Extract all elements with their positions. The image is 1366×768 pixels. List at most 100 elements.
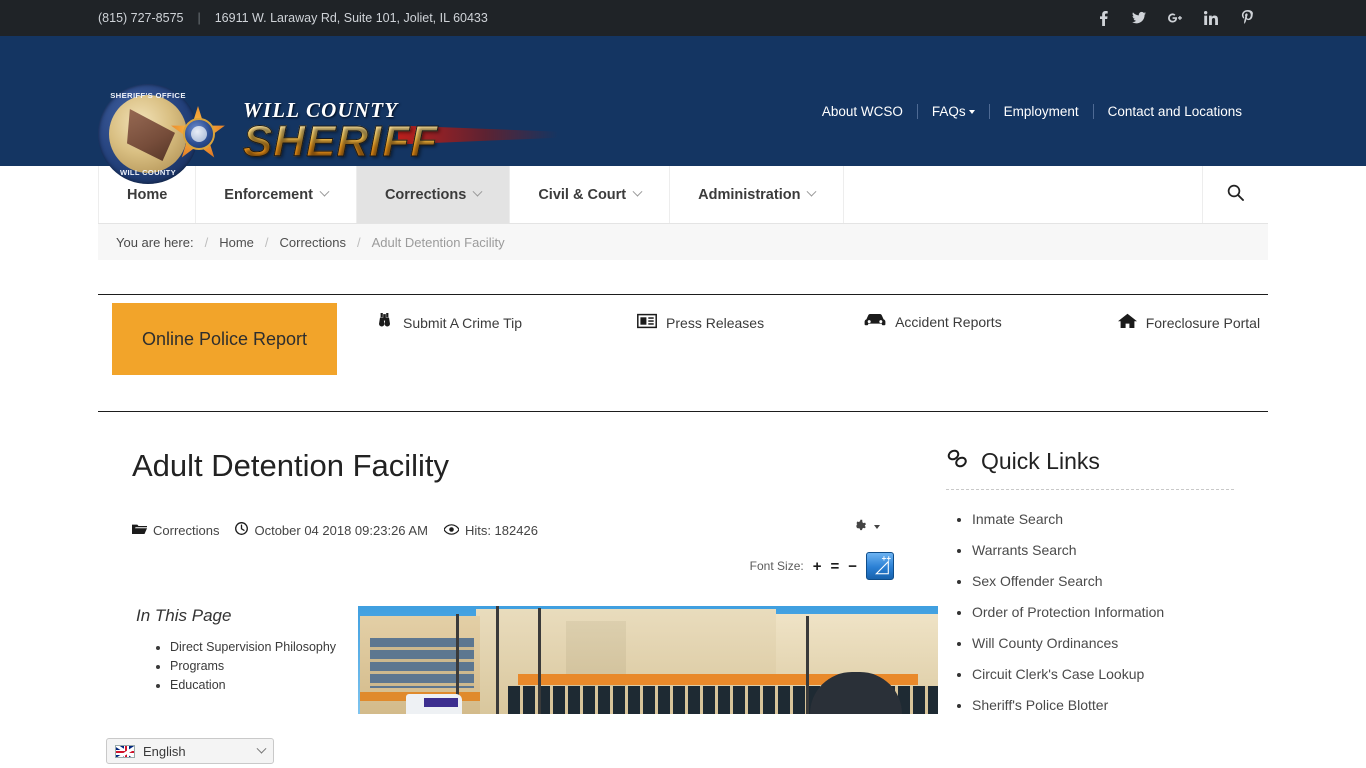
facebook-icon[interactable] [1096,10,1110,26]
photo-light-pole [806,616,810,714]
chevron-down-icon [807,186,817,197]
facility-photo [358,606,938,714]
breadcrumb-item-corrections[interactable]: Corrections [280,235,346,250]
header-nav-contact-and-locations[interactable]: Contact and Locations [1094,104,1256,119]
breadcrumb-current-page: Adult Detention Facility [371,234,505,250]
list-item: Sheriff's Police Blotter [972,690,1234,721]
quick-link-order-of-protection-information[interactable]: Order of Protection Information [972,604,1164,620]
quick-action-label: Submit A Crime Tip [403,315,523,331]
quick-link-sheriffs-police-blotter[interactable]: Sheriff's Police Blotter [972,697,1108,713]
flag-cross-h-red [116,750,134,754]
search-icon [1227,184,1244,206]
header-nav-about-wcso[interactable]: About WCSO [808,104,917,119]
quick-action-accident-reports[interactable]: Accident Reports [864,313,1002,330]
quick-action-label: Press Releases [666,314,765,331]
quick-action-label: Accident Reports [895,313,1002,330]
quick-action-submit-a-crime-tip[interactable]: Submit A Crime Tip [375,313,522,333]
article-date-label: October 04 2018 09:23:26 AM [254,522,428,538]
breadcrumb-item-home[interactable]: Home [219,235,254,250]
link-chain-icon [946,448,970,475]
social-links [1096,10,1254,26]
pinterest-icon[interactable] [1240,10,1254,26]
nav-item-civil-and-court-label: Civil & Court [538,186,627,203]
nav-item-corrections-label: Corrections [384,186,467,203]
nav-item-enforcement-label: Enforcement [224,186,313,203]
in-this-page-list: Direct Supervision Philosophy Programs E… [136,638,348,695]
quick-action-foreclosure-portal[interactable]: Foreclosure Portal [1117,313,1260,332]
chevron-down-icon [874,524,880,529]
quick-action-links: Submit A Crime Tip Press Releases Accide… [337,295,1268,333]
binoculars-icon [375,313,394,333]
site-header: SHERIFF'S OFFICE WILL COUNTY WILL COUNTY… [0,36,1366,184]
accessibility-plus-label: ++ [881,554,891,563]
star-center-seal [183,118,215,150]
nav-search-button[interactable] [1202,166,1268,223]
font-size-decrease-button[interactable]: − [848,558,857,575]
breadcrumb: You are here: / Home / Corrections / Adu… [98,224,1268,260]
quick-link-warrants-search[interactable]: Warrants Search [972,542,1077,558]
list-item: Warrants Search [972,535,1234,566]
in-this-page-item-label: Direct Supervision Philosophy [170,640,337,654]
article-meta: Corrections October 04 2018 09:23:26 AM … [132,519,938,538]
chevron-down-icon [472,186,483,197]
twitter-icon[interactable] [1132,10,1146,26]
eye-icon [443,523,460,538]
logo-sheriff: SHERIFF [242,117,439,166]
flag-cross-v-red [124,745,128,757]
list-item: Inmate Search [972,504,1234,535]
quick-link-will-county-ordinances[interactable]: Will County Ordinances [972,635,1118,651]
breadcrumb-separator: / [264,234,269,250]
newspaper-icon [637,313,657,332]
quick-action-press-releases[interactable]: Press Releases [637,313,764,332]
language-selector[interactable]: English [106,738,274,764]
in-this-page-section: In This Page Direct Supervision Philosop… [132,606,348,714]
nav-item-administration[interactable]: Administration [670,166,845,223]
list-item[interactable]: Direct Supervision Philosophy [170,638,348,657]
badge-ring-top: SHERIFF'S OFFICE [110,91,186,100]
breadcrumb-separator: / [357,234,361,250]
quick-links-title: Quick Links [981,448,1100,474]
breadcrumb-band: You are here: / Home / Corrections / Adu… [98,224,1268,260]
header-secondary-nav: About WCSO FAQs Employment Contact and L… [808,104,1256,119]
article-category-label: Corrections [153,522,220,538]
list-item: Order of Protection Information [972,597,1234,628]
header-nav-faqs[interactable]: FAQs [918,104,989,119]
article-body: In This Page Direct Supervision Philosop… [132,606,938,714]
list-item: Will County Ordinances [972,628,1234,659]
nav-item-administration-label: Administration [698,186,801,203]
uk-flag-icon [115,744,135,758]
photo-flagpole [496,606,500,714]
photo-delivery-van [406,694,463,714]
site-logo[interactable]: SHERIFF'S OFFICE WILL COUNTY WILL COUNTY… [98,80,558,188]
article-hits: Hits: 182426 [443,523,538,538]
google-plus-icon[interactable] [1168,10,1182,26]
quick-links-divider [946,489,1234,490]
in-this-page-item-label: Programs [170,659,225,673]
quick-link-inmate-search[interactable]: Inmate Search [972,511,1063,527]
header-nav-faqs-label: FAQs [931,104,966,119]
phone-number[interactable]: (815) 727-8575 [98,11,183,25]
logo-wordmark: WILL COUNTY SHERIFF [242,98,439,166]
list-item[interactable]: Education [170,676,348,695]
article-category[interactable]: Corrections [132,523,219,538]
chevron-down-icon [319,186,330,197]
article-date: October 04 2018 09:23:26 AM [235,522,428,538]
page-title: Adult Detention Facility [132,448,450,483]
car-icon [864,313,886,330]
gear-icon [853,518,867,535]
contact-divider: | [197,11,201,25]
accessibility-icon[interactable]: ◿ ++ [866,552,894,580]
header-nav-employment[interactable]: Employment [990,104,1093,119]
quick-link-sex-offender-search[interactable]: Sex Offender Search [972,573,1102,589]
linkedin-icon[interactable] [1204,10,1218,26]
article-column: Adult Detention Facility Corrections Oct… [98,448,938,721]
online-police-report-button[interactable]: Online Police Report [112,303,337,375]
photo-flagpole [538,608,542,714]
font-size-increase-button[interactable]: + [813,558,822,575]
font-size-reset-button[interactable]: = [830,558,839,575]
article-options-button[interactable] [853,518,880,535]
list-item[interactable]: Programs [170,657,348,676]
quick-links-list: Inmate Search Warrants Search Sex Offend… [946,504,1234,721]
quick-link-circuit-clerks-case-lookup[interactable]: Circuit Clerk's Case Lookup [972,666,1144,682]
